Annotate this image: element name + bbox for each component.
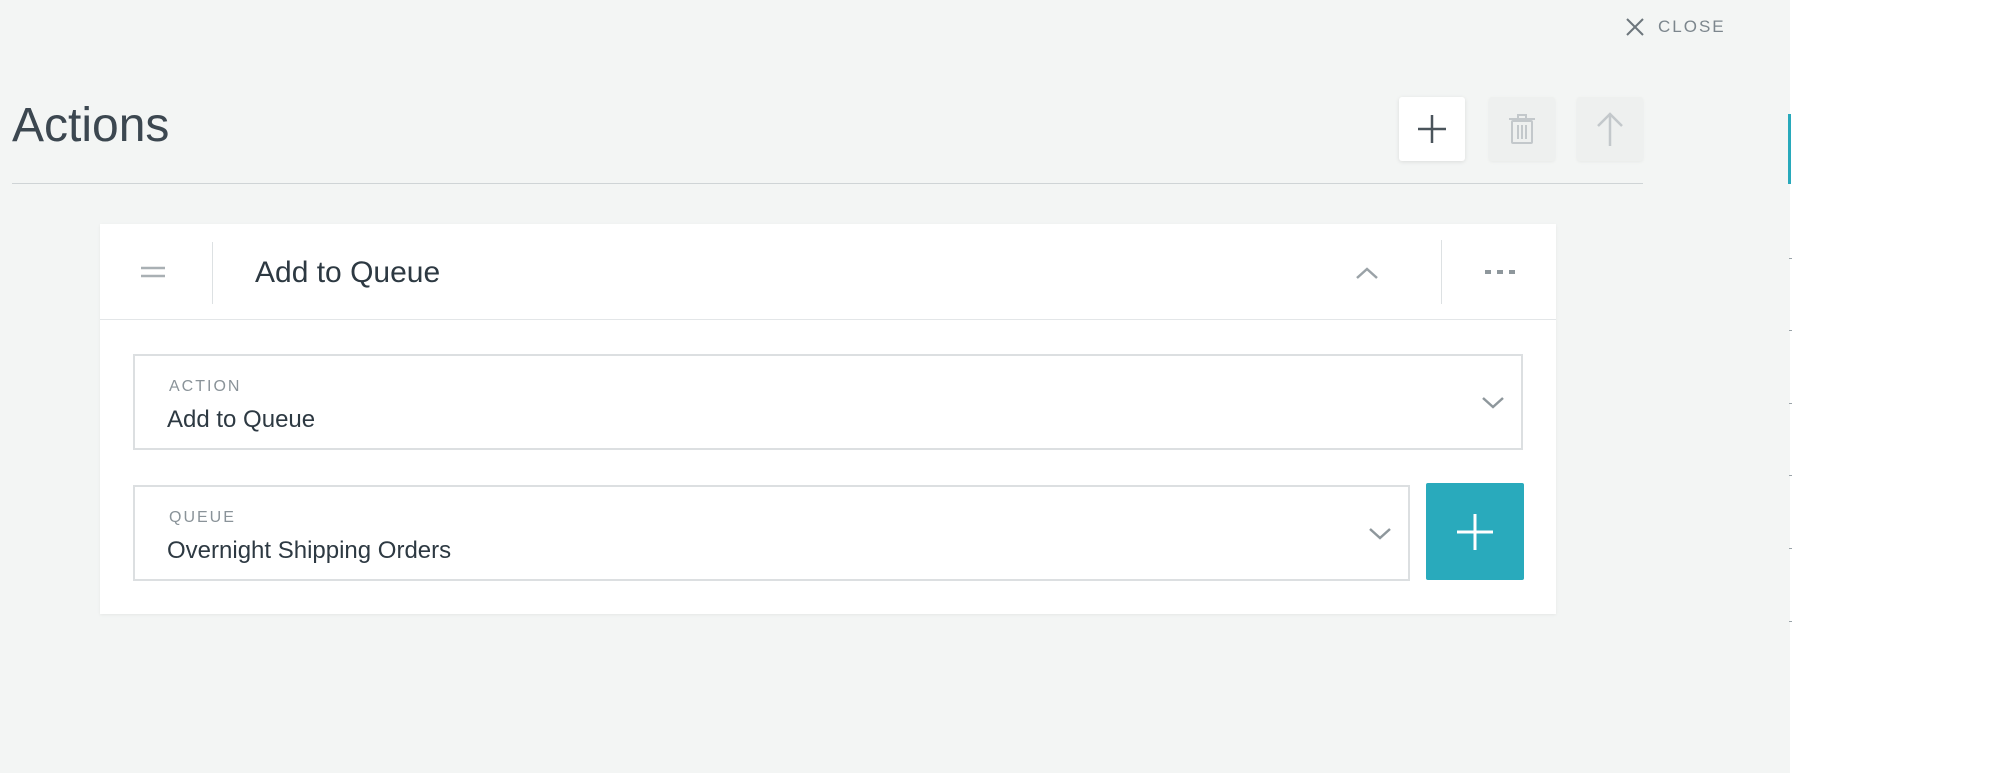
title-divider: [12, 183, 1643, 184]
queue-dropdown-toggle[interactable]: [1366, 521, 1394, 545]
header-divider: [1441, 240, 1442, 304]
close-icon: [1626, 18, 1644, 36]
action-field-label: ACTION: [169, 378, 242, 395]
trash-icon: [1509, 114, 1535, 144]
action-field-value: Add to Queue: [167, 406, 316, 433]
background-divider: [1789, 330, 1792, 331]
chevron-down-icon: [1369, 528, 1391, 540]
action-card-title: Add to Queue: [255, 256, 441, 289]
header-divider: [212, 242, 213, 304]
close-button[interactable]: CLOSE: [1624, 16, 1726, 38]
background-divider: [1789, 548, 1792, 549]
add-queue-button[interactable]: [1426, 483, 1524, 580]
more-options-button[interactable]: [1480, 254, 1520, 290]
queue-field-value: Overnight Shipping Orders: [167, 537, 452, 564]
chevron-up-icon: [1356, 267, 1378, 279]
arrow-up-icon: [1597, 112, 1623, 146]
actions-panel: CLOSE Actions Add to Queue ACTION Add to…: [0, 0, 1790, 773]
plus-icon: [1457, 513, 1493, 550]
delete-action-button[interactable]: [1489, 97, 1555, 161]
drag-handle-icon[interactable]: [140, 264, 166, 280]
queue-select[interactable]: QUEUE Overnight Shipping Orders: [133, 485, 1410, 581]
background-active-indicator: [1788, 114, 1791, 184]
collapse-button[interactable]: [1348, 254, 1386, 292]
page-title: Actions: [12, 99, 170, 152]
move-up-button[interactable]: [1577, 97, 1643, 161]
plus-icon: [1418, 115, 1446, 143]
add-action-button[interactable]: [1399, 97, 1465, 161]
close-label: CLOSE: [1658, 17, 1726, 36]
action-dropdown-toggle[interactable]: [1479, 390, 1507, 414]
more-horizontal-icon: [1485, 270, 1515, 274]
background-divider: [1789, 258, 1792, 259]
action-card: Add to Queue ACTION Add to Queue QUEUE O…: [100, 224, 1556, 614]
background-divider: [1789, 403, 1792, 404]
background-divider: [1789, 621, 1792, 622]
chevron-down-icon: [1482, 397, 1504, 409]
action-select[interactable]: ACTION Add to Queue: [133, 354, 1523, 450]
background-page-edge: [1790, 0, 1999, 773]
queue-field-label: QUEUE: [169, 509, 236, 526]
background-divider: [1789, 475, 1792, 476]
action-card-header: Add to Queue: [100, 224, 1556, 320]
